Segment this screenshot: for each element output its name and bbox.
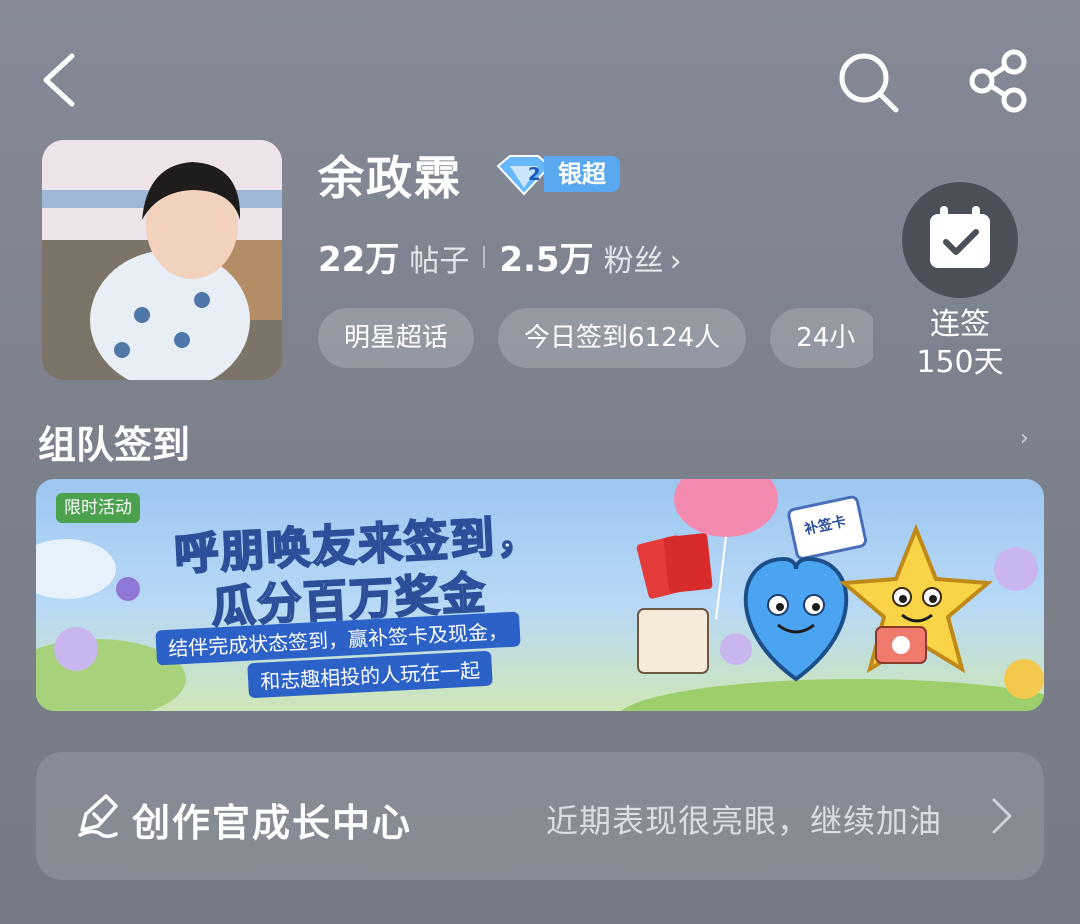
- search-button[interactable]: [836, 50, 900, 114]
- team-checkin-banner[interactable]: 限时活动 呼朋唤友来签到， 瓜分百万奖金 结伴完成状态签到，赢补签卡及现金， 和…: [36, 479, 1044, 711]
- checkin-streak: 连签 150天: [900, 306, 1020, 382]
- fans-label[interactable]: 粉丝: [604, 236, 664, 280]
- share-button[interactable]: [966, 48, 1032, 114]
- chip-today-checkin[interactable]: 今日签到6124人: [498, 308, 747, 368]
- banner-tag: 限时活动: [56, 493, 140, 523]
- creator-center-title: 创作官成长中心: [132, 801, 413, 845]
- chevron-right-icon[interactable]: ›: [670, 244, 682, 279]
- calendar-check-icon: [930, 206, 990, 268]
- chip-24h[interactable]: 24小: [770, 308, 873, 368]
- level-badge[interactable]: 2 银超: [494, 152, 626, 196]
- checkin-button[interactable]: [902, 182, 1018, 298]
- back-icon: [43, 53, 75, 107]
- chevron-right-icon[interactable]: [988, 796, 1016, 836]
- posts-label: 帖子: [409, 244, 470, 279]
- checkin-line2: 150天: [916, 345, 1004, 380]
- chip-star-topic[interactable]: 明星超话: [318, 308, 475, 368]
- tag-chips: 明星超话 今日签到6124人 24小: [318, 308, 873, 368]
- profile-stats: 22万 帖子 2.5万 粉丝 ›: [318, 232, 682, 281]
- badge-text: 银超: [544, 156, 620, 192]
- share-icon: [969, 49, 1027, 113]
- stat-divider: [483, 245, 486, 268]
- team-checkin-title: 组队签到: [38, 423, 191, 467]
- chevron-right-icon[interactable]: ›: [1020, 426, 1029, 451]
- checkin-line1: 连签: [930, 307, 990, 342]
- avatar[interactable]: [42, 140, 282, 380]
- posts-count: 22万: [318, 240, 400, 280]
- badge-level: 2: [528, 164, 541, 185]
- creator-quill-icon: [76, 792, 120, 839]
- avatar-image: [42, 140, 282, 380]
- fans-count[interactable]: 2.5万: [499, 232, 593, 281]
- search-icon: [839, 53, 899, 113]
- profile-name: 余政霖: [318, 151, 462, 205]
- back-button[interactable]: [38, 50, 82, 110]
- creator-center-subtitle: 近期表现很亮眼，继续加油: [546, 802, 943, 840]
